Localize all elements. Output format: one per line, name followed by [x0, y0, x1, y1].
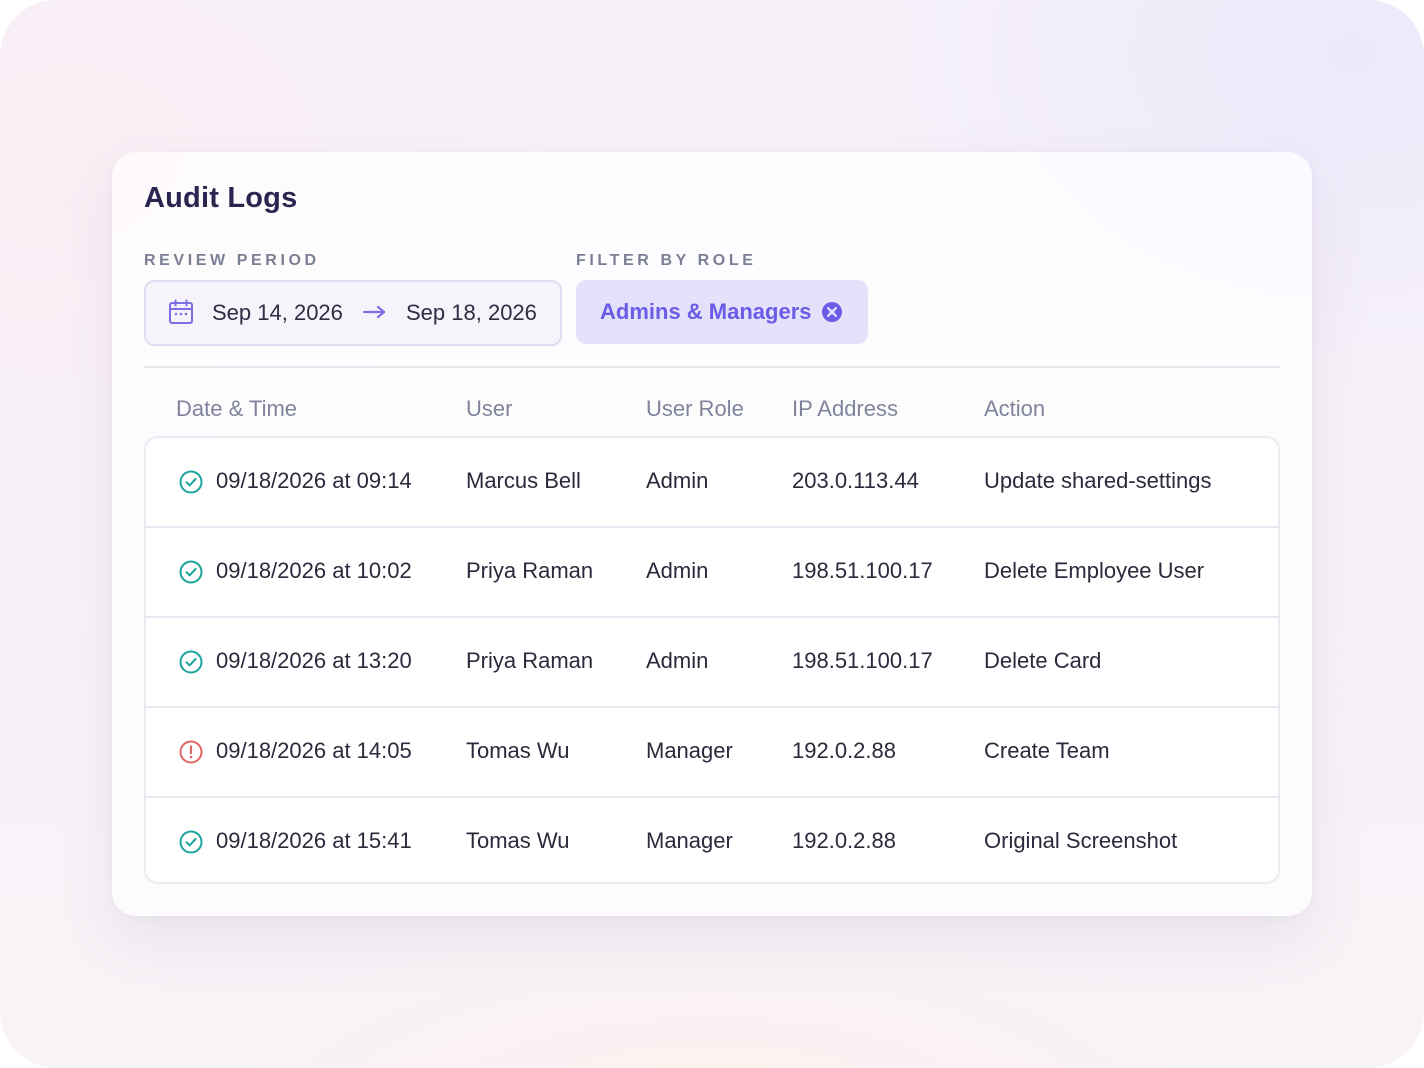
row-datetime: 09/18/2026 at 14:05	[216, 738, 412, 763]
row-datetime: 09/18/2026 at 09:14	[216, 468, 412, 493]
header-ip-address[interactable]: IP Address	[792, 396, 898, 422]
table-row[interactable]: 09/18/2026 at 13:20 Priya Raman Admin 19…	[146, 618, 1278, 708]
role-filter-chip[interactable]: Admins & Managers	[576, 280, 868, 344]
review-period-label: REVIEW PERIOD	[144, 252, 320, 269]
role-filter-label: Admins & Managers	[600, 299, 812, 324]
header-user[interactable]: User	[466, 396, 512, 422]
row-action: Delete Employee User	[984, 558, 1205, 583]
row-datetime: 09/18/2026 at 15:41	[216, 828, 412, 853]
row-action: Update shared-settings	[984, 468, 1212, 493]
table-row[interactable]: 09/18/2026 at 15:41 Tomas Wu Manager 192…	[146, 798, 1278, 882]
row-ip: 203.0.113.44	[792, 468, 919, 493]
audit-logs-card: Audit Logs REVIEW PERIOD FILTER BY ROLE …	[112, 152, 1312, 916]
row-role: Admin	[646, 648, 709, 673]
row-action: Original Screenshot	[984, 828, 1178, 853]
table-row[interactable]: 09/18/2026 at 10:02 Priya Raman Admin 19…	[146, 528, 1278, 618]
check-circle-icon	[179, 470, 203, 494]
check-circle-icon	[179, 650, 203, 674]
header-user-role[interactable]: User Role	[646, 396, 744, 422]
header-action[interactable]: Action	[984, 396, 1045, 422]
row-role: Admin	[646, 468, 709, 493]
row-role: Manager	[646, 738, 733, 763]
row-action: Create Team	[984, 738, 1110, 763]
header-date-time[interactable]: Date & Time	[176, 396, 297, 422]
filter-by-role-label: FILTER BY ROLE	[576, 252, 757, 269]
row-user: Priya Raman	[466, 558, 594, 583]
end-date: Sep 18, 2026	[406, 300, 537, 325]
row-ip: 198.51.100.17	[792, 558, 933, 583]
row-user: Marcus Bell	[466, 468, 581, 493]
row-datetime: 09/18/2026 at 13:20	[216, 648, 412, 673]
row-ip: 192.0.2.88	[792, 738, 896, 763]
row-datetime: 09/18/2026 at 10:02	[216, 558, 412, 583]
row-user: Tomas Wu	[466, 738, 570, 763]
row-role: Manager	[646, 828, 733, 853]
date-range-picker[interactable]: Sep 14, 2026 Sep 18, 2026	[144, 280, 562, 346]
divider	[144, 366, 1280, 368]
row-role: Admin	[646, 558, 709, 583]
calendar-icon	[169, 299, 193, 324]
check-circle-icon	[179, 830, 203, 854]
table-row[interactable]: 09/18/2026 at 14:05 Tomas Wu Manager 192…	[146, 708, 1278, 798]
arrow-right-icon	[362, 305, 386, 319]
audit-log-table: 09/18/2026 at 09:14 Marcus Bell Admin 20…	[144, 436, 1280, 884]
alert-circle-icon	[179, 740, 203, 764]
background: Audit Logs REVIEW PERIOD FILTER BY ROLE …	[0, 0, 1424, 1068]
row-user: Priya Raman	[466, 648, 594, 673]
row-user: Tomas Wu	[466, 828, 570, 853]
page-title: Audit Logs	[144, 182, 298, 214]
check-circle-icon	[179, 560, 203, 584]
table-row[interactable]: 09/18/2026 at 09:14 Marcus Bell Admin 20…	[146, 438, 1278, 528]
row-ip: 198.51.100.17	[792, 648, 933, 673]
close-circle-icon[interactable]	[820, 300, 844, 324]
row-action: Delete Card	[984, 648, 1102, 673]
start-date: Sep 14, 2026	[212, 300, 343, 325]
row-ip: 192.0.2.88	[792, 828, 896, 853]
